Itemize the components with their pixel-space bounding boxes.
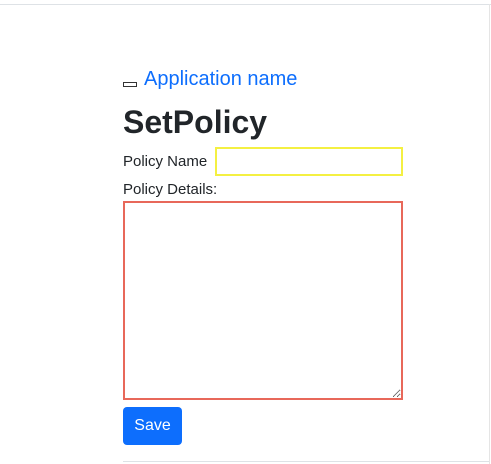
save-button[interactable]: Save [123,407,182,445]
page-title: SetPolicy [123,104,268,140]
right-border [489,4,490,464]
top-border [0,4,491,5]
policy-name-label: Policy Name [123,153,208,170]
policy-details-label: Policy Details: [123,181,218,198]
policy-name-input[interactable] [215,147,403,176]
policy-details-textarea[interactable] [123,201,403,400]
footer-divider [123,461,489,462]
app-brand-link[interactable]: Application name [144,66,297,92]
hamburger-icon[interactable] [123,82,137,87]
